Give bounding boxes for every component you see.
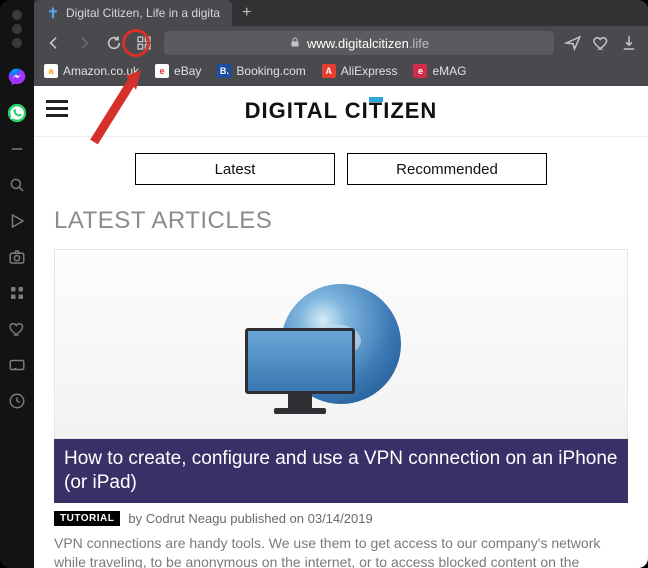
play-icon[interactable] — [4, 208, 30, 234]
url-domain: www.digitalcitizen — [307, 36, 409, 51]
forward-button[interactable] — [74, 33, 94, 53]
bookmark-label: Booking.com — [236, 64, 305, 78]
article-hero-image — [54, 249, 628, 439]
browser-main: ✝ Digital Citizen, Life in a digita + ww… — [34, 0, 648, 568]
article-badge: TUTORIAL — [54, 511, 120, 526]
article-byline-text: by Codrut Neagu published on 03/14/2019 — [128, 511, 372, 526]
article-excerpt: VPN connections are handy tools. We use … — [54, 530, 628, 568]
download-icon[interactable] — [620, 34, 638, 52]
messenger-icon[interactable] — [4, 64, 30, 90]
tab-title: Digital Citizen, Life in a digita — [66, 6, 220, 20]
whatsapp-icon[interactable] — [4, 100, 30, 126]
section-heading: LATEST ARTICLES — [34, 201, 648, 245]
bookmark-item[interactable]: eeMAG — [413, 64, 466, 78]
pill-latest[interactable]: Latest — [135, 153, 335, 185]
bookmark-item[interactable]: A AliExpress — [322, 64, 398, 78]
back-button[interactable] — [44, 33, 64, 53]
bookmark-item[interactable]: eeBay — [155, 64, 201, 78]
lock-icon — [289, 36, 301, 51]
camera-icon[interactable] — [4, 244, 30, 270]
heart-icon[interactable] — [4, 316, 30, 342]
bookmark-favicon: a — [44, 64, 58, 78]
bookmark-favicon: e — [155, 64, 169, 78]
pill-recommended[interactable]: Recommended — [347, 153, 547, 185]
menu-button[interactable] — [46, 100, 68, 117]
dash-icon[interactable] — [4, 136, 30, 162]
toolbar-right — [564, 34, 638, 52]
bookmark-label: eMAG — [432, 64, 466, 78]
bookmark-favicon: B. — [217, 64, 231, 78]
bookmark-favicon: A — [322, 64, 336, 78]
bookmarks-bar: aAmazon.co.ukeeBayB.Booking.comAAliExpre… — [34, 60, 648, 86]
bookmark-label: Amazon.co.uk — [63, 64, 139, 78]
bookmark-label: eBay — [174, 64, 201, 78]
search-icon[interactable] — [4, 172, 30, 198]
bookmark-favicon: e — [413, 64, 427, 78]
grid-icon[interactable] — [4, 280, 30, 306]
bookmark-label: AliExpress — [341, 64, 398, 78]
new-tab-button[interactable]: + — [232, 4, 261, 22]
tab-strip: ✝ Digital Citizen, Life in a digita + — [34, 0, 648, 26]
site-header: DIGITAL CITIZEN — [34, 86, 648, 137]
tab-favicon: ✝ — [46, 6, 60, 20]
page-viewport: DIGITAL CITIZEN Latest Recommended LATES… — [34, 86, 648, 568]
category-pills: Latest Recommended — [34, 137, 648, 201]
history-icon[interactable] — [4, 388, 30, 414]
article-card[interactable]: How to create, configure and use a VPN c… — [34, 249, 648, 568]
tile-view-button[interactable] — [134, 33, 154, 53]
bookmark-heart-icon[interactable] — [592, 34, 610, 52]
traffic-lights[interactable] — [12, 10, 22, 48]
browser-tab[interactable]: ✝ Digital Citizen, Life in a digita — [34, 0, 232, 26]
app-sidebar — [0, 0, 34, 568]
address-bar[interactable]: www.digitalcitizen.life — [164, 31, 554, 55]
bookmark-item[interactable]: a Amazon.co.uk — [44, 64, 139, 78]
share-icon[interactable] — [564, 34, 582, 52]
article-title: How to create, configure and use a VPN c… — [54, 439, 628, 503]
bookmark-item[interactable]: B. Booking.com — [217, 64, 305, 78]
url-tld: .life — [409, 36, 429, 51]
card-icon[interactable] — [4, 352, 30, 378]
browser-window: ✝ Digital Citizen, Life in a digita + ww… — [0, 0, 648, 568]
site-logo[interactable]: DIGITAL CITIZEN — [245, 98, 438, 124]
toolbar: www.digitalcitizen.life — [34, 26, 648, 60]
reload-button[interactable] — [104, 33, 124, 53]
article-byline: TUTORIAL by Codrut Neagu published on 03… — [54, 503, 628, 530]
